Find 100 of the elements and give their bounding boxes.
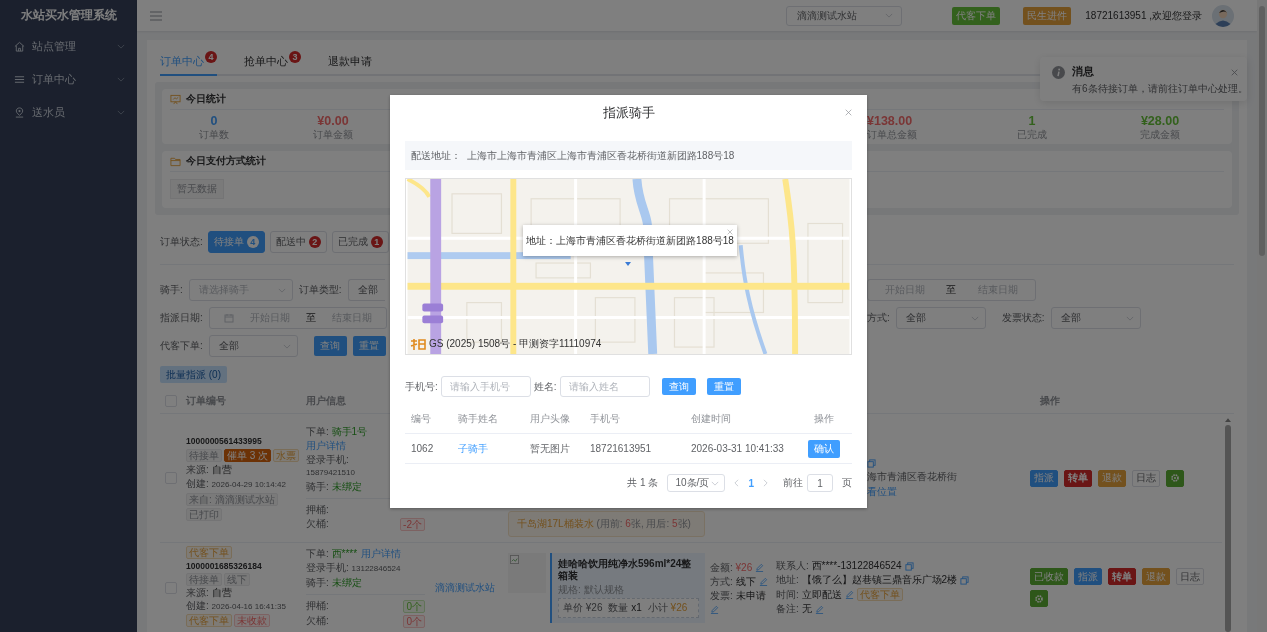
order-tag: 催单 3 次 [224, 449, 272, 462]
location-pin-icon [14, 107, 25, 118]
status-filter-button[interactable]: 配送中 2 [269, 231, 327, 253]
card-title: 今日支付方式统计 [186, 154, 266, 168]
contact-text: 地址: 【饿了么】赵巷镇三鼎音乐广场2楼 [776, 574, 958, 586]
toolbar-button[interactable]: 代客下单 [952, 6, 1001, 25]
stat-value: ¥28.00 [1140, 113, 1180, 129]
order-tag: 代客下单 [856, 588, 903, 601]
rider-name-link[interactable]: 子骑手 [458, 442, 488, 454]
search-field[interactable]: 请输入姓名 [559, 376, 650, 397]
icon-button[interactable] [1166, 469, 1184, 487]
menu-icon[interactable] [150, 10, 162, 21]
action-button[interactable]: 指派 [1074, 568, 1102, 585]
amount-text: 发票: 未申请 [710, 589, 766, 602]
tab[interactable]: 订单中心 4 [160, 50, 217, 76]
table-cell-text: 1062 [410, 443, 435, 454]
column-header: 编号 [410, 412, 432, 426]
close-icon[interactable] [1231, 69, 1238, 76]
table-cell-text: 暂无图片 [529, 441, 571, 456]
folder-icon [170, 155, 181, 167]
icon-button[interactable] [1030, 590, 1048, 607]
station-select[interactable]: 滴滴测试水站 [786, 5, 903, 26]
action-button[interactable]: 转单 [1108, 568, 1136, 585]
edit-icon[interactable] [755, 563, 765, 572]
order-number: 1000000561433995 [186, 435, 263, 447]
bucket-label: 欠桶: [306, 615, 329, 627]
sidebar-item[interactable]: 站点管理 [0, 30, 137, 63]
filter-button[interactable]: 查询 [313, 336, 347, 356]
order-tag: 代客下单 [186, 614, 232, 627]
copy-icon[interactable] [960, 575, 970, 585]
phone-text: 登录手机: 13122846524 [306, 561, 402, 575]
edit-icon[interactable] [710, 604, 719, 614]
location-link[interactable]: 看位置 [867, 485, 897, 498]
product-name: 娃哈哈饮用纯净水596ml*24整箱装 [558, 557, 693, 582]
action-button[interactable]: 日志 [1176, 568, 1204, 585]
home-icon [14, 41, 25, 52]
edit-icon[interactable] [758, 577, 768, 586]
action-button[interactable]: 已收款 [1030, 568, 1068, 585]
invoice-status-select[interactable]: 全部 [1050, 307, 1141, 329]
close-icon[interactable] [727, 229, 733, 235]
user-detail-link[interactable]: 用户详情 [306, 439, 346, 452]
tab[interactable]: 抢单中心 3 [244, 50, 301, 76]
field-label: 订单状态: [160, 235, 203, 249]
calendar-icon [223, 313, 234, 323]
action-button[interactable]: 日志 [1132, 469, 1160, 487]
page-size-select[interactable]: 10条/页 [667, 474, 726, 492]
column-header: 骑手姓名 [457, 412, 499, 426]
payment-method-select[interactable]: 全部 [895, 307, 986, 329]
stat-value: 1 [1028, 113, 1036, 129]
proxy-order-select[interactable]: 全部 [208, 335, 298, 357]
status-filter-button[interactable]: 待接单 4 [207, 231, 265, 253]
dialog-title: 指派骑手 [602, 104, 655, 122]
sidebar-item[interactable]: 订单中心 [0, 63, 137, 96]
action-button[interactable]: 退款 [1142, 568, 1170, 585]
previous-page-icon[interactable] [734, 479, 740, 487]
scroll-up-icon[interactable] [1225, 418, 1231, 422]
gear-icon [1170, 473, 1180, 483]
welcome-text: 18721613951 ,欢迎您登录 [1085, 8, 1202, 23]
copy-icon[interactable] [904, 561, 914, 571]
copy-icon[interactable] [867, 458, 876, 468]
action-button[interactable]: 转单 [1064, 469, 1092, 487]
search-field[interactable]: 请输入手机号 [440, 376, 531, 397]
action-button[interactable]: 指派 [1030, 469, 1058, 487]
page-input[interactable]: 1 [807, 474, 833, 492]
field-label: 姓名: [533, 379, 557, 394]
tab[interactable]: 退款申请 [328, 50, 372, 76]
order-number: 1000001685326184 [186, 560, 263, 572]
confirm-button[interactable]: 确认 [807, 439, 840, 458]
page-number[interactable]: 1 [748, 477, 754, 489]
count-badge: 4 [246, 236, 259, 248]
toolbar-button[interactable]: 民生进件 [1023, 6, 1072, 25]
chevron-down-icon [117, 77, 125, 82]
stat-value: 0 [210, 113, 218, 129]
sidebar-item[interactable]: 送水员 [0, 96, 137, 129]
map-drawing[interactable] [405, 178, 852, 355]
source-text: 来源: 自营 [186, 464, 233, 476]
edit-icon[interactable] [844, 590, 854, 599]
orderer-text: 下单: 骑手1号 [306, 425, 368, 438]
created-time: 创建: 2026-04-16 16:41:35 [186, 600, 287, 613]
bucket-label: 押桶: [306, 600, 329, 612]
notification-title: 消息 [1072, 65, 1094, 79]
action-button[interactable]: 退款 [1098, 469, 1126, 487]
edit-icon[interactable] [814, 604, 824, 614]
order-type-select[interactable]: 全部 [347, 279, 385, 301]
column-header: 用户头像 [529, 412, 571, 426]
scrollbar[interactable] [1257, 0, 1267, 632]
next-page-icon[interactable] [763, 479, 768, 487]
order-tag: 代客下单 [186, 546, 232, 559]
gear-icon [1034, 593, 1044, 604]
rider-text: 骑手: 未绑定 [306, 480, 363, 493]
address-text: 海市青浦区香花桥街 [867, 470, 957, 483]
column-header: 操作 [812, 412, 835, 426]
scrollbar[interactable] [1224, 418, 1232, 632]
status-filter-button[interactable]: 已完成 1 [331, 231, 389, 253]
filter-button[interactable]: 重置 [352, 336, 386, 356]
search-button[interactable]: 重置 [706, 378, 741, 395]
avatar-icon[interactable] [1212, 4, 1234, 27]
user-detail-link[interactable]: 用户详情 [361, 547, 402, 560]
close-icon[interactable] [845, 109, 852, 116]
search-button[interactable]: 查询 [661, 378, 696, 395]
